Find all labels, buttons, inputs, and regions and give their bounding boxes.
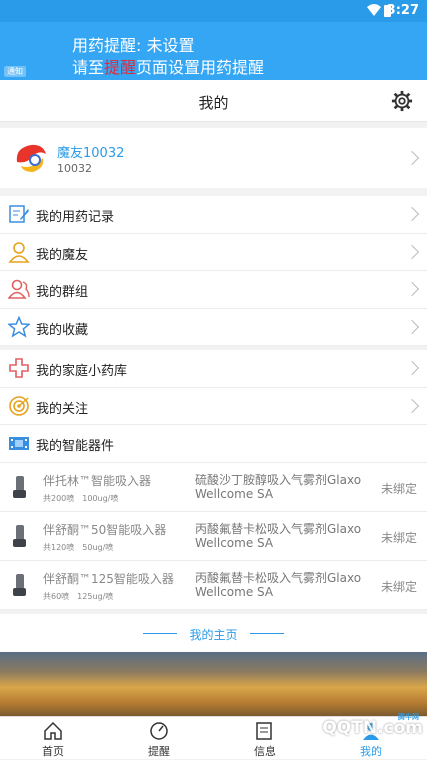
device-name: 伴舒酮™125智能吸入器 — [43, 571, 174, 586]
clock-icon — [150, 722, 168, 740]
device-row[interactable]: 伴托林™智能吸入器 共200喷 100ug/喷 硫酸沙丁胺醇吸入气雾剂Glaxo… — [0, 462, 427, 512]
tab-label: 提醒 — [148, 745, 170, 758]
cover-image — [0, 652, 427, 716]
device-name: 伴托林™智能吸入器 — [43, 473, 152, 488]
inhaler-icon — [13, 524, 26, 547]
device-spec: 共200喷 100ug/喷 — [43, 493, 119, 503]
device-name: 伴舒酮™50智能吸入器 — [43, 522, 167, 537]
tab-label: 首页 — [42, 745, 64, 758]
home-section-header[interactable]: 我的主页 — [0, 614, 427, 652]
banner-highlight: 提醒 — [104, 58, 137, 77]
message-icon — [256, 722, 272, 740]
wifi-icon — [367, 4, 381, 16]
menu-item-label: 我的用药记录 — [36, 210, 115, 225]
chevron-right-icon — [404, 398, 420, 413]
home-icon — [44, 721, 62, 740]
menu-item-label: 我的群组 — [36, 285, 89, 300]
menu-item-label: 我的关注 — [36, 401, 89, 417]
tab-home[interactable]: 首页 — [0, 717, 106, 760]
tab-label: 我的 — [360, 745, 382, 758]
device-row[interactable]: 伴舒酮™125智能吸入器 共60喷 125ug/喷 丙酸氟替卡松吸入气雾剂Gla… — [0, 560, 427, 610]
target-icon — [9, 395, 29, 416]
menu-item-label: 我的收藏 — [36, 322, 89, 338]
banner-tag: 通知 — [4, 66, 26, 77]
smart-devices-header: 我的智能器件 — [0, 425, 427, 463]
avatar — [16, 144, 46, 172]
menu-item-family-pharmacy[interactable]: 我的家庭小药库 — [0, 350, 427, 388]
device-drug: 丙酸氟替卡松吸入气雾剂Glaxo Wellcome SA — [195, 570, 362, 599]
profile-card[interactable]: 魔友10032 10032 — [0, 128, 427, 188]
medical-cross-icon — [9, 358, 29, 378]
banner-line-1: 用药提醒: 未设置 — [72, 36, 195, 55]
inhaler-icon — [13, 475, 26, 498]
device-spec: 共60喷 125ug/喷 — [43, 591, 114, 601]
chevron-right-icon — [404, 319, 420, 334]
profile-name: 魔友10032 — [57, 146, 125, 161]
person-icon — [8, 241, 30, 263]
profile-id: 10032 — [57, 162, 92, 175]
device-spec: 共120喷 50ug/喷 — [43, 542, 114, 552]
home-section-label: 我的主页 — [189, 628, 238, 642]
gear-icon[interactable] — [391, 90, 413, 112]
chevron-right-icon — [404, 206, 420, 222]
menu-item-favorites[interactable]: 我的收藏 — [0, 309, 427, 346]
chevron-right-icon — [404, 360, 420, 376]
watermark: 腾牛网 QQTN.com — [322, 713, 423, 738]
menu-item-medication-record[interactable]: 我的用药记录 — [0, 196, 427, 234]
medication-reminder-banner[interactable]: 用药提醒: 未设置 请至提醒页面设置用药提醒 通知 — [0, 22, 427, 80]
menu-item-friends[interactable]: 我的魔友 — [0, 234, 427, 271]
chevron-right-icon — [404, 150, 420, 166]
device-status: 未绑定 — [380, 579, 417, 594]
menu-item-label: 我的魔友 — [36, 247, 89, 263]
device-status: 未绑定 — [380, 481, 417, 496]
chevron-right-icon — [404, 244, 420, 259]
note-edit-icon — [9, 205, 29, 223]
divider — [250, 633, 284, 634]
chevron-right-icon — [404, 281, 420, 297]
inhaler-icon — [13, 573, 26, 596]
tab-label: 信息 — [254, 745, 276, 758]
group-icon — [8, 279, 30, 299]
device-drug: 丙酸氟替卡松吸入气雾剂Glaxo Wellcome SA — [195, 521, 362, 550]
menu-item-groups[interactable]: 我的群组 — [0, 271, 427, 309]
smart-devices-label: 我的智能器件 — [36, 439, 115, 454]
device-status: 未绑定 — [380, 530, 417, 545]
menu-item-label: 我的家庭小药库 — [36, 364, 128, 379]
page-title: 我的 — [198, 94, 229, 112]
status-time: 3:27 — [386, 3, 419, 18]
title-bar: 我的 — [0, 80, 427, 122]
tab-reminder[interactable]: 提醒 — [106, 717, 212, 760]
tab-messages[interactable]: 信息 — [212, 717, 318, 760]
menu-list: 我的用药记录 我的魔友 我的群组 我的收藏 我的家庭小药库 我的关注 我的智能器… — [0, 196, 427, 610]
device-row[interactable]: 伴舒酮™50智能吸入器 共120喷 50ug/喷 丙酸氟替卡松吸入气雾剂Glax… — [0, 511, 427, 561]
device-drug: 硫酸沙丁胺醇吸入气雾剂Glaxo Wellcome SA — [195, 472, 362, 501]
film-strip-icon — [9, 437, 29, 450]
status-bar: 3:27 — [0, 0, 427, 22]
banner-line-2: 请至提醒页面设置用药提醒 — [72, 58, 265, 77]
menu-item-following[interactable]: 我的关注 — [0, 388, 427, 425]
star-icon — [8, 315, 30, 338]
